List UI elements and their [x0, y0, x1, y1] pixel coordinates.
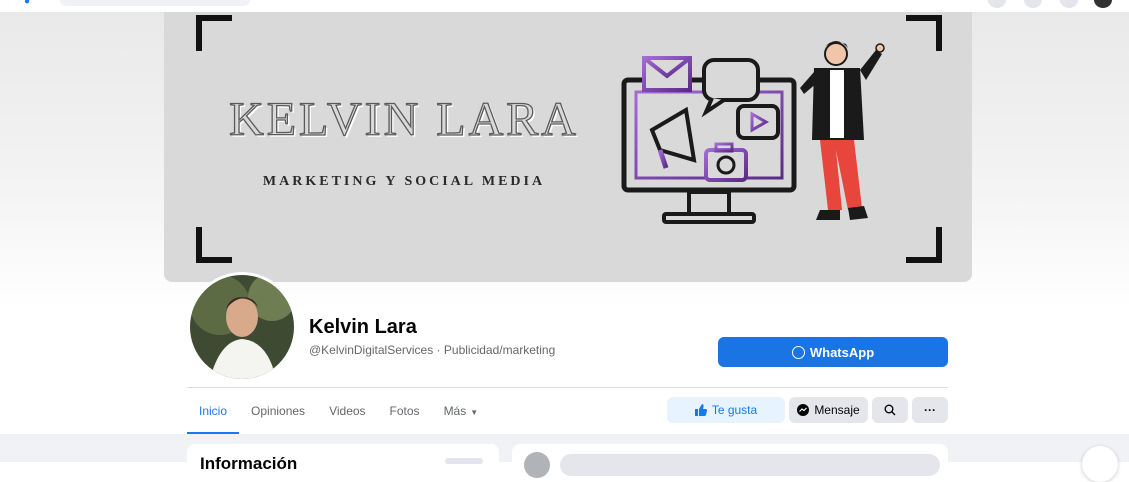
info-card-title: Información	[200, 454, 298, 473]
search-icon	[884, 404, 896, 416]
search-button[interactable]	[872, 397, 908, 423]
post-composer-card	[512, 444, 948, 478]
divider	[187, 387, 948, 388]
whatsapp-icon	[791, 345, 805, 359]
tab-label: Opiniones	[251, 404, 306, 418]
frame-corner-icon	[196, 227, 232, 263]
tab-label: Videos	[329, 404, 366, 418]
composer-avatar	[524, 452, 550, 478]
profile-photo	[190, 275, 294, 379]
person-illustration	[800, 41, 885, 220]
tab-videos[interactable]: Videos	[317, 398, 377, 432]
tab-fotos[interactable]: Fotos	[378, 398, 432, 432]
top-search-bar[interactable]	[60, 0, 250, 6]
top-notifications-icon[interactable]	[1060, 0, 1078, 8]
cover-title: KELVIN LARA	[228, 92, 579, 146]
profile-tabs: Inicio Opiniones Videos Fotos Más ▼	[187, 398, 491, 434]
top-menu-icon[interactable]	[988, 0, 1006, 8]
top-messenger-icon[interactable]	[1024, 0, 1042, 8]
camera-icon	[704, 142, 748, 182]
cover-photo[interactable]: KELVIN LARA MARKETING Y SOCIAL MEDIA	[164, 12, 972, 282]
thumbs-up-icon	[694, 404, 707, 416]
like-button[interactable]: Te gusta	[667, 397, 785, 423]
play-icon	[736, 104, 780, 140]
frame-corner-icon	[196, 15, 232, 51]
tab-opiniones[interactable]: Opiniones	[239, 398, 317, 432]
composer-input[interactable]	[560, 454, 940, 476]
message-label: Mensaje	[814, 403, 860, 417]
tab-inicio[interactable]: Inicio	[187, 398, 240, 434]
tab-mas[interactable]: Más ▼	[432, 398, 491, 432]
marketing-illustration	[621, 41, 885, 224]
profile-handle: @KelvinDigitalServices · Publicidad/mark…	[309, 343, 556, 357]
messenger-icon	[797, 404, 810, 416]
message-button[interactable]: Mensaje	[789, 397, 868, 423]
tab-label: Inicio	[199, 404, 228, 418]
more-icon: ···	[924, 403, 936, 417]
info-card: Información	[187, 444, 499, 474]
frame-corner-icon	[906, 15, 942, 51]
floating-action-button[interactable]	[1082, 446, 1118, 482]
whatsapp-label: WhatsApp	[809, 344, 875, 360]
profile-avatar[interactable]	[187, 272, 297, 382]
megaphone-icon	[649, 106, 697, 169]
profile-name: Kelvin Lara	[309, 316, 417, 338]
info-card-edit[interactable]	[445, 458, 483, 464]
facebook-logo-icon[interactable]: ●	[24, 0, 34, 7]
envelope-icon	[642, 56, 692, 92]
frame-corner-icon	[906, 227, 942, 263]
whatsapp-button[interactable]: WhatsApp	[718, 337, 948, 367]
cover-subtitle: MARKETING Y SOCIAL MEDIA	[262, 174, 546, 189]
top-bar: ●	[0, 0, 1129, 12]
tab-label: Fotos	[389, 404, 420, 418]
top-account-icon[interactable]	[1094, 0, 1112, 8]
tab-label: Más	[443, 404, 467, 418]
caret-down-icon: ▼	[470, 408, 479, 417]
like-label: Te gusta	[711, 403, 758, 417]
more-options-button[interactable]: ···	[912, 397, 948, 423]
